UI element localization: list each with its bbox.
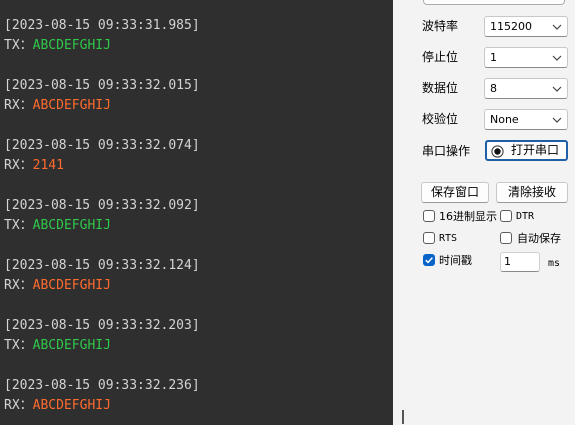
parity-label: 校验位 bbox=[422, 112, 459, 126]
databits-label: 数据位 bbox=[422, 81, 459, 95]
timestamp-label: 时间戳 bbox=[439, 254, 472, 267]
stopbits-select[interactable]: 1 bbox=[484, 47, 568, 68]
radio-icon bbox=[491, 145, 504, 158]
log-timestamp: [2023-08-15 09:33:32.236] bbox=[4, 378, 200, 393]
databits-value: 8 bbox=[490, 82, 497, 95]
log-entry: [2023-08-15 09:33:32.124] RX：ABCDEFGHIJ bbox=[4, 256, 200, 296]
hex-display-box[interactable] bbox=[423, 210, 435, 222]
log-line: TX：ABCDEFGHIJ bbox=[4, 36, 200, 56]
log-line: RX：ABCDEFGHIJ bbox=[4, 96, 200, 116]
log-data: ABCDEFGHIJ bbox=[32, 338, 111, 353]
log-direction: RX： bbox=[4, 278, 33, 293]
splitter-grip[interactable] bbox=[402, 410, 404, 424]
log-line: RX：2141 bbox=[4, 156, 200, 176]
log-direction: RX： bbox=[4, 398, 33, 413]
log-entry: [2023-08-15 09:33:32.203] TX：ABCDEFGHIJ bbox=[4, 316, 200, 356]
log-entry: [2023-08-15 09:33:32.236] RX：ABCDEFGHIJ bbox=[4, 376, 200, 416]
log-data: ABCDEFGHIJ bbox=[32, 98, 111, 113]
log-entry: [2023-08-15 09:33:32.074] RX：2141 bbox=[4, 136, 200, 176]
timestamp-interval-input[interactable]: 1 bbox=[500, 252, 540, 272]
open-port-button[interactable]: 打开串口 bbox=[485, 140, 568, 161]
log-data: ABCDEFGHIJ bbox=[32, 278, 111, 293]
hex-display-checkbox[interactable]: 16进制显示 bbox=[423, 209, 501, 225]
log-entry: [2023-08-15 09:33:31.985] TX：ABCDEFGHIJ bbox=[4, 16, 200, 56]
log-data: ABCDEFGHIJ bbox=[32, 398, 111, 413]
baud-label: 波特率 bbox=[422, 19, 459, 33]
log-timestamp: [2023-08-15 09:33:32.124] bbox=[4, 258, 200, 273]
chevron-down-icon bbox=[552, 86, 562, 92]
receive-log[interactable]: [2023-08-15 09:33:31.985] TX：ABCDEFGHIJ [2… bbox=[0, 0, 393, 425]
log-timestamp: [2023-08-15 09:33:32.015] bbox=[4, 78, 200, 93]
auto-save-checkbox[interactable]: 自动保存 bbox=[500, 231, 570, 247]
stopbits-value: 1 bbox=[490, 51, 497, 64]
log-direction: RX： bbox=[4, 98, 33, 113]
timestamp-box[interactable] bbox=[423, 254, 435, 266]
log-direction: TX： bbox=[4, 218, 33, 233]
clear-receive-button[interactable]: 清除接收 bbox=[496, 182, 568, 203]
rts-checkbox[interactable]: RTS bbox=[423, 231, 483, 247]
rts-box[interactable] bbox=[423, 232, 435, 244]
stopbits-label: 停止位 bbox=[422, 50, 459, 64]
dtr-box[interactable] bbox=[500, 210, 512, 222]
log-direction: TX： bbox=[4, 38, 33, 53]
log-timestamp: [2023-08-15 09:33:31.985] bbox=[4, 18, 200, 33]
settings-panel: 波特率 115200 停止位 1 数据位 8 校验位 None 串口操作 打开串… bbox=[411, 0, 575, 425]
rts-label: RTS bbox=[439, 233, 458, 244]
save-window-button[interactable]: 保存窗口 bbox=[421, 182, 489, 203]
timestamp-unit: ms bbox=[548, 258, 561, 269]
auto-save-box[interactable] bbox=[500, 232, 512, 244]
log-line: TX：ABCDEFGHIJ bbox=[4, 216, 200, 236]
log-data: ABCDEFGHIJ bbox=[32, 218, 111, 233]
log-line: TX：ABCDEFGHIJ bbox=[4, 336, 200, 356]
dtr-label: DTR bbox=[516, 211, 535, 222]
parity-select[interactable]: None bbox=[484, 109, 568, 130]
panel-splitter[interactable] bbox=[393, 0, 411, 425]
log-data: ABCDEFGHIJ bbox=[32, 38, 111, 53]
port-operation-label: 串口操作 bbox=[422, 144, 471, 158]
log-timestamp: [2023-08-15 09:33:32.074] bbox=[4, 138, 200, 153]
baud-select[interactable]: 115200 bbox=[484, 16, 568, 37]
chevron-down-icon bbox=[552, 55, 562, 61]
log-direction: TX： bbox=[4, 338, 33, 353]
top-button-edge[interactable] bbox=[423, 0, 565, 5]
log-entry: [2023-08-15 09:33:32.092] TX：ABCDEFGHIJ bbox=[4, 196, 200, 236]
parity-value: None bbox=[490, 113, 519, 126]
log-direction: RX： bbox=[4, 158, 33, 173]
log-entry: [2023-08-15 09:33:32.015] RX：ABCDEFGHIJ bbox=[4, 76, 200, 116]
open-port-label: 打开串口 bbox=[511, 143, 560, 157]
log-line: RX：ABCDEFGHIJ bbox=[4, 276, 200, 296]
auto-save-label: 自动保存 bbox=[517, 232, 561, 245]
log-timestamp: [2023-08-15 09:33:32.092] bbox=[4, 198, 200, 213]
hex-display-label: 16进制显示 bbox=[439, 210, 497, 223]
baud-value: 115200 bbox=[490, 20, 532, 33]
timestamp-checkbox[interactable]: 时间戳 bbox=[423, 253, 493, 269]
log-line: RX：ABCDEFGHIJ bbox=[4, 396, 200, 416]
dtr-checkbox[interactable]: DTR bbox=[500, 209, 560, 225]
log-timestamp: [2023-08-15 09:33:32.203] bbox=[4, 318, 200, 333]
log-data: 2141 bbox=[32, 158, 64, 173]
chevron-down-icon bbox=[552, 117, 562, 123]
chevron-down-icon bbox=[552, 24, 562, 30]
checkmark-icon bbox=[425, 257, 433, 264]
databits-select[interactable]: 8 bbox=[484, 78, 568, 99]
